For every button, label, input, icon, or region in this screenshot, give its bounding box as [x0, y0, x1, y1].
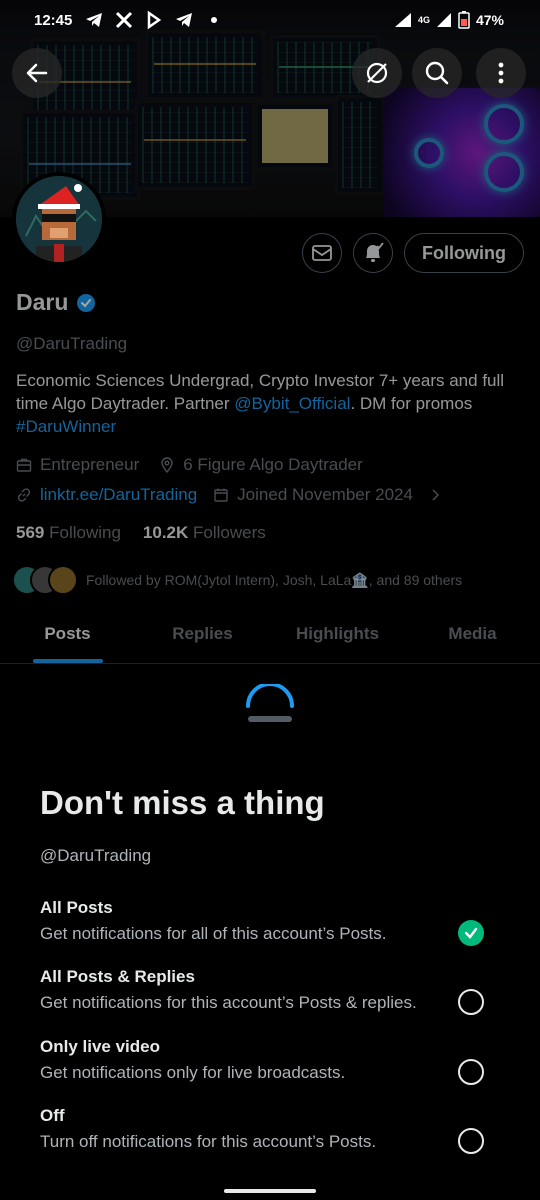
calendar-icon [214, 488, 228, 502]
telegram-icon [174, 10, 194, 30]
gesture-nav-bar[interactable] [224, 1189, 316, 1193]
status-right: 4G 47% [394, 11, 504, 29]
back-arrow-icon [26, 63, 48, 83]
followers-label: Followers [193, 523, 266, 542]
bell-check-icon [366, 242, 384, 262]
profile-name-row: Daru [16, 289, 96, 316]
status-time: 12:45 [34, 12, 73, 29]
followers-count-link[interactable]: 10.2K Followers [143, 523, 266, 543]
followed-by-text: Followed by ROM(Jytol Intern), Josh, LaL… [86, 571, 463, 588]
link-icon [17, 488, 31, 502]
option-description: Turn off notifications for this account’… [40, 1132, 377, 1151]
following-count-link[interactable]: 569 Following [16, 523, 121, 543]
notification-icons [84, 10, 224, 30]
x-logo-icon [114, 10, 134, 30]
option-description: Get notifications for all of this accoun… [40, 924, 387, 943]
radio-selected[interactable] [458, 920, 484, 946]
profile-website-link[interactable]: linktr.ee/DaruTrading [40, 485, 197, 505]
more-button[interactable] [476, 48, 526, 98]
radio-unselected[interactable] [458, 1059, 484, 1085]
radio-unselected[interactable] [458, 1128, 484, 1154]
envelope-icon [312, 245, 332, 261]
profile-category: Entrepreneur [40, 455, 140, 474]
profile-meta-row: Entrepreneur 6 Figure Algo Daytrader [16, 455, 363, 475]
back-button[interactable] [12, 48, 62, 98]
bybit-icon [144, 10, 164, 30]
following-button[interactable]: Following [404, 233, 524, 273]
avatar-image [16, 176, 102, 262]
option-description: Get notifications only for live broadcas… [40, 1063, 346, 1082]
profile-tabs: Posts Replies Highlights Media [0, 612, 540, 664]
option-title: All Posts & Replies [40, 967, 195, 986]
sheet-handle: @DaruTrading [40, 846, 152, 865]
bio-text: . DM for promos [350, 394, 473, 413]
option-title: Off [40, 1106, 65, 1125]
option-off[interactable]: Off Turn off notifications for this acco… [40, 1106, 510, 1166]
checkmark-icon [464, 927, 478, 939]
more-vertical-icon [498, 62, 504, 84]
mutual-avatar [48, 565, 78, 595]
profile-location: 6 Figure Algo Daytrader [183, 455, 363, 474]
notifications-button[interactable] [353, 233, 393, 273]
notification-settings-sheet: Don't miss a thing @DaruTrading All Post… [0, 664, 540, 1200]
wifi-signal-icon [394, 13, 411, 27]
bio-mention-link[interactable]: @Bybit_Official [234, 394, 350, 413]
followed-by-row[interactable]: Followed by ROM(Jytol Intern), Josh, LaL… [12, 565, 462, 595]
network-type: 4G [417, 15, 430, 25]
dot-icon [204, 10, 224, 30]
chevron-right-icon[interactable] [427, 487, 443, 503]
following-label: Following [49, 523, 121, 542]
grok-icon [366, 62, 388, 84]
tab-highlights[interactable]: Highlights [270, 612, 405, 663]
battery-level: 47% [475, 12, 504, 28]
briefcase-icon [16, 458, 32, 472]
tab-replies[interactable]: Replies [135, 612, 270, 663]
tab-media[interactable]: Media [405, 612, 540, 663]
option-all-posts-replies[interactable]: All Posts & Replies Get notifications fo… [40, 967, 510, 1027]
avatar[interactable] [12, 172, 106, 266]
tab-posts[interactable]: Posts [0, 612, 135, 663]
verified-badge-icon[interactable] [76, 293, 96, 313]
option-description: Get notifications for this account’s Pos… [40, 993, 417, 1012]
sheet-title: Don't miss a thing [40, 784, 325, 821]
search-icon [425, 61, 449, 85]
followers-count: 10.2K [142, 523, 189, 542]
bio-hashtag-link[interactable]: #DaruWinner [16, 417, 116, 436]
search-button[interactable] [412, 48, 462, 98]
cell-signal-icon [436, 13, 451, 27]
radio-unselected[interactable] [458, 989, 484, 1015]
battery-icon [458, 11, 470, 29]
option-only-live-video[interactable]: Only live video Get notifications only f… [40, 1037, 510, 1097]
grok-button[interactable] [352, 48, 402, 98]
location-pin-icon [161, 457, 173, 473]
following-count: 569 [16, 523, 45, 542]
status-bar: 12:45 4G 47% [0, 0, 540, 40]
message-button[interactable] [302, 233, 342, 273]
profile-handle: @DaruTrading [16, 334, 128, 353]
telegram-icon [84, 10, 104, 30]
profile-name: Daru [16, 289, 69, 315]
follow-counts: 569 Following 10.2K Followers [16, 523, 266, 543]
option-title: Only live video [40, 1037, 160, 1056]
profile-joined-date: Joined November 2024 [237, 485, 413, 504]
profile-bio: Economic Sciences Undergrad, Crypto Inve… [16, 369, 526, 438]
loading-spinner-icon [246, 684, 294, 722]
option-all-posts[interactable]: All Posts Get notifications for all of t… [40, 898, 510, 958]
profile-meta-row: linktr.ee/DaruTrading Joined November 20… [16, 485, 443, 505]
option-title: All Posts [40, 898, 113, 917]
